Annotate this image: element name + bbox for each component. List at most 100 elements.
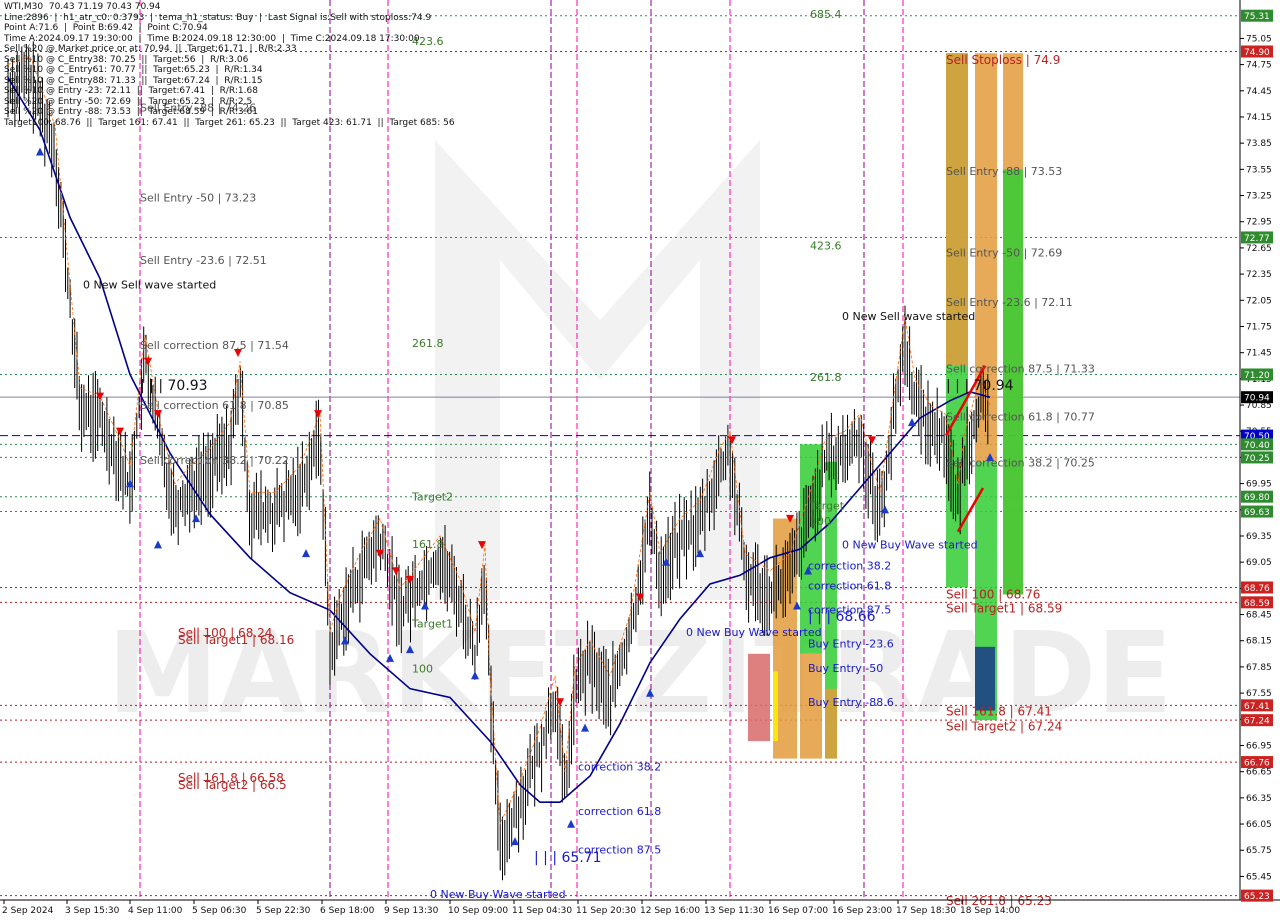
annotation-label: Sell Entry -23.6 | 72.51 <box>140 254 267 267</box>
price-tick-label: 68.15 <box>1246 637 1272 647</box>
price-tick-label: 66.05 <box>1246 820 1272 830</box>
annotation-label: 100 <box>412 663 433 676</box>
annotation-label: Buy Entry -50 <box>808 662 883 675</box>
annotation-label: Buy Entry -23.6 <box>808 637 894 650</box>
annotation-label: Sell correction 38.2 | 70.22 <box>140 454 289 467</box>
time-tick-label: 4 Sep 11:00 <box>128 906 183 916</box>
buy-zone-bar <box>748 653 770 742</box>
time-tick-label: 16 Sep 23:00 <box>832 906 892 916</box>
info-line: Line:2896 | h1_atr_c0: 0.3793 | tema_h1_… <box>4 12 432 23</box>
price-tick-label: 72.95 <box>1246 218 1272 228</box>
annotation-label: correction 38.2 <box>808 560 891 573</box>
time-tick-label: 3 Sep 15:30 <box>65 906 120 916</box>
price-tick-label: 74.75 <box>1246 61 1272 71</box>
info-line: Target100: 68.76 || Target 161: 67.41 ||… <box>4 117 455 128</box>
info-line: Point A:71.6 | Point B:69.42 | Point C:7… <box>4 23 208 33</box>
price-tick-label: 72.35 <box>1246 270 1272 280</box>
sell-arrow-icon <box>868 436 876 445</box>
annotation-label: correction 61.8 <box>808 580 891 593</box>
price-tick-label: 69.95 <box>1246 480 1272 490</box>
price-tag-label: 69.63 <box>1244 508 1270 518</box>
buy-arrow-icon <box>567 819 575 828</box>
info-line: WTI,M30 70.43 71.19 70.43 70.94 <box>4 2 161 12</box>
info-line: Sell %10 @ C_Entry61: 70.77 || Target:65… <box>4 65 263 75</box>
price-tick-label: 71.75 <box>1246 322 1272 332</box>
time-tick-label: 13 Sep 11:30 <box>704 906 764 916</box>
price-tick-label: 66.65 <box>1246 768 1272 778</box>
sell-arrow-icon <box>314 410 322 419</box>
info-line: Sell %10 @ C_Entry88: 71.33 || Target:67… <box>4 75 263 86</box>
price-tag-label: 67.24 <box>1244 717 1270 727</box>
annotation-label: Target <box>809 499 845 512</box>
price-tick-label: 65.45 <box>1246 872 1272 882</box>
annotation-label: 0 New Sell wave started <box>83 279 216 292</box>
time-tick-label: 16 Sep 07:00 <box>768 906 828 916</box>
sell-zone-bar <box>975 646 995 711</box>
annotation-label: correction 38.2 <box>578 760 661 773</box>
price-tag-label: 71.20 <box>1244 371 1270 381</box>
buy-arrow-icon <box>36 147 44 156</box>
price-tick-label: 69.35 <box>1246 532 1272 542</box>
annotation-label: Sell 100 | 68.76 <box>946 587 1040 601</box>
price-tag-label: 67.41 <box>1244 702 1270 712</box>
time-tick-label: 12 Sep 16:00 <box>640 906 700 916</box>
price-tick-label: 73.25 <box>1246 192 1272 202</box>
time-tick-label: 11 Sep 20:30 <box>576 906 636 916</box>
buy-arrow-icon <box>302 549 310 558</box>
price-tick-label: 66.35 <box>1246 794 1272 804</box>
price-tick-label: 66.95 <box>1246 741 1272 751</box>
time-tick-label: 18 Sep 14:00 <box>960 906 1020 916</box>
chart-info-panel: WTI,M30 70.43 71.19 70.43 70.94 Line:2896… <box>4 2 455 128</box>
annotation-label: 685.4 <box>810 8 842 21</box>
annotation-label: Sell Entry -88 | 73.53 <box>946 165 1062 178</box>
info-line: Sell %10 @ C_Entry38: 70.25 || Target:56… <box>4 54 249 65</box>
annotation-label: 0 New Buy Wave started <box>842 539 978 552</box>
price-tag-label: 70.94 <box>1244 394 1270 404</box>
price-tick-label: 74.15 <box>1246 113 1272 123</box>
price-tag-label: 72.77 <box>1244 234 1270 244</box>
annotation-label: Sell Target2 | 67.24 <box>946 719 1062 733</box>
price-tick-label: 72.65 <box>1246 244 1272 254</box>
session-vertical-lines <box>139 0 904 900</box>
price-tick-label: 68.45 <box>1246 611 1272 621</box>
annotation-label: Sell Target1 | 68.59 <box>946 601 1062 615</box>
annotation-label: Target2 <box>411 491 453 504</box>
buy-arrow-icon <box>154 540 162 549</box>
buy-zone-bar <box>773 671 778 742</box>
price-tag-label: 66.76 <box>1244 759 1270 769</box>
price-tick-label: 73.85 <box>1246 139 1272 149</box>
annotation-label: Sell Target2 | 66.5 <box>178 778 287 792</box>
annotation-label: Sell Target1 | 68.16 <box>178 633 294 647</box>
price-tag-label: 69.80 <box>1244 493 1270 503</box>
annotation-label: Sell Entry -50 | 72.69 <box>946 246 1062 259</box>
time-tick-label: 2 Sep 2024 <box>2 906 54 916</box>
time-tick-label: 5 Sep 22:30 <box>256 906 311 916</box>
annotation-label: 0 New Buy Wave started <box>430 888 566 901</box>
price-tick-label: 74.45 <box>1246 87 1272 97</box>
annotation-labels: 423.6685.4423.6261.8261.8Target2161.8Tar… <box>83 8 1095 908</box>
annotation-label: Sell Stoploss | 74.9 <box>946 53 1060 67</box>
annotation-label: | | | 70.94 <box>946 378 1014 394</box>
time-axis: 2 Sep 2024 3 Sep 15:30 4 Sep 11:00 5 Sep 06… <box>2 900 1020 916</box>
price-chart[interactable]: MARKETZITRADE 423.6685.4423.6261.8261.8T… <box>0 0 1280 920</box>
annotation-label: Sell correction 61.8 | 70.77 <box>946 410 1095 423</box>
price-tick-label: 73.55 <box>1246 165 1272 175</box>
price-tick-label: 72.05 <box>1246 296 1272 306</box>
annotation-label: 0 New Buy Wave started <box>686 626 822 639</box>
price-tag-label: 75.31 <box>1244 12 1270 22</box>
time-tick-label: 10 Sep 09:00 <box>448 906 508 916</box>
price-tag-label: 74.90 <box>1244 48 1270 58</box>
sell-arrow-icon <box>144 357 152 366</box>
price-tick-label: 67.85 <box>1246 663 1272 673</box>
annotation-label: correction 87.5 <box>808 603 891 616</box>
time-tick-label: 9 Sep 13:30 <box>384 906 439 916</box>
price-tag-label: 70.25 <box>1244 454 1270 464</box>
price-tag-label: 68.59 <box>1244 599 1270 609</box>
annotation-label: 261.8 <box>412 337 444 350</box>
info-line: Sell %10 @ Entry -23: 72.11 || Target:67… <box>4 86 258 96</box>
annotation-label: 100 <box>810 515 831 528</box>
buy-arrow-icon <box>908 418 916 427</box>
annotation-label: Sell 161.8 | 67.41 <box>946 704 1052 718</box>
annotation-label: correction 61.8 <box>578 805 661 818</box>
price-tick-label: 75.05 <box>1246 34 1272 44</box>
